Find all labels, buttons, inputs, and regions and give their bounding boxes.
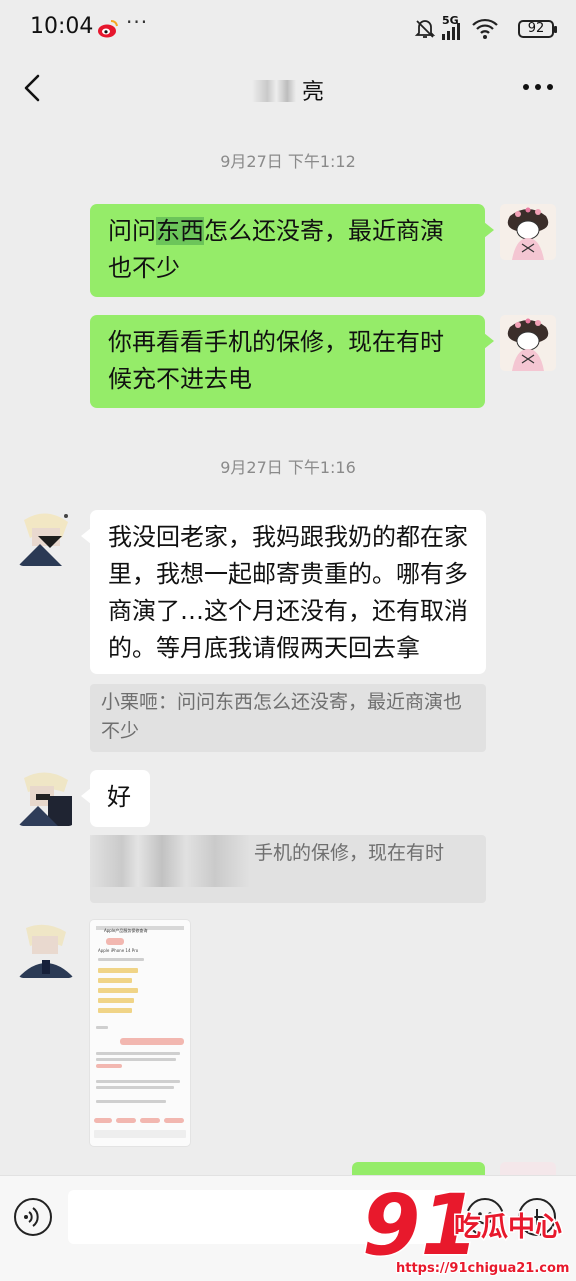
message-input[interactable] xyxy=(68,1190,448,1244)
signal-icon xyxy=(442,23,460,40)
input-bar xyxy=(0,1175,576,1281)
message-timestamp: 9月27日 下午1:12 xyxy=(220,152,356,171)
quoted-text: 手机的保修，现在有时 xyxy=(254,842,445,864)
message-text: 问问 xyxy=(108,217,156,245)
emoji-button[interactable] xyxy=(466,1198,504,1236)
wifi-icon xyxy=(472,18,498,39)
chat-title: 亮 xyxy=(0,74,576,106)
self-avatar[interactable] xyxy=(500,204,556,260)
outgoing-message-partial xyxy=(352,1162,485,1176)
battery-icon: 92 xyxy=(518,20,557,38)
outgoing-message[interactable]: 问问东西怎么还没寄，最近商演也不少 xyxy=(90,204,494,297)
chat-title-text: 亮 xyxy=(301,80,324,105)
quoted-reply[interactable]: 手机的保修，现在有时 xyxy=(90,835,486,903)
voice-button[interactable] xyxy=(14,1198,52,1236)
quoted-reply[interactable]: 小栗咂：问问东西怎么还没寄，最近商演也不少 xyxy=(90,684,486,752)
screenshot-image-message[interactable]: Apple产品服务保修查询 Apple iPhone 14 Pro xyxy=(90,920,190,1146)
shot-title: Apple产品服务保修查询 xyxy=(104,928,148,933)
status-bar: 10:04 ··· 5G 92 xyxy=(0,0,576,58)
mute-bell-icon xyxy=(414,20,436,38)
chat-header: 亮 xyxy=(0,58,576,118)
more-menu-icon[interactable] xyxy=(522,82,554,92)
emoji-icon xyxy=(477,1212,493,1225)
blurred-quote-prefix xyxy=(90,835,250,887)
status-icons: 5G 92 xyxy=(414,14,557,44)
status-time: 10:04 xyxy=(30,14,94,39)
contact-avatar[interactable] xyxy=(18,922,74,978)
blurred-name xyxy=(251,80,296,102)
voice-icon xyxy=(24,1207,39,1227)
contact-avatar[interactable] xyxy=(18,770,74,826)
message-timestamp: 9月27日 下午1:16 xyxy=(220,458,356,477)
outgoing-message[interactable]: 你再看看手机的保修，现在有时候充不进去电 xyxy=(90,315,494,408)
weibo-app-icon xyxy=(98,20,118,38)
plus-button[interactable] xyxy=(518,1198,556,1236)
contact-avatar[interactable] xyxy=(18,510,74,566)
incoming-message[interactable]: 我没回老家，我妈跟我奶的都在家里，我想一起邮寄贵重的。哪有多商演了…这个月还没有… xyxy=(81,510,486,674)
plus-icon xyxy=(529,1209,545,1225)
self-avatar[interactable] xyxy=(500,315,556,371)
shot-subtitle: Apple iPhone 14 Pro xyxy=(98,948,139,953)
incoming-message[interactable]: 好 xyxy=(81,770,150,827)
selected-text: 东西 xyxy=(156,217,204,245)
self-avatar-partial xyxy=(500,1162,556,1176)
status-more-indicator: ··· xyxy=(126,10,149,34)
